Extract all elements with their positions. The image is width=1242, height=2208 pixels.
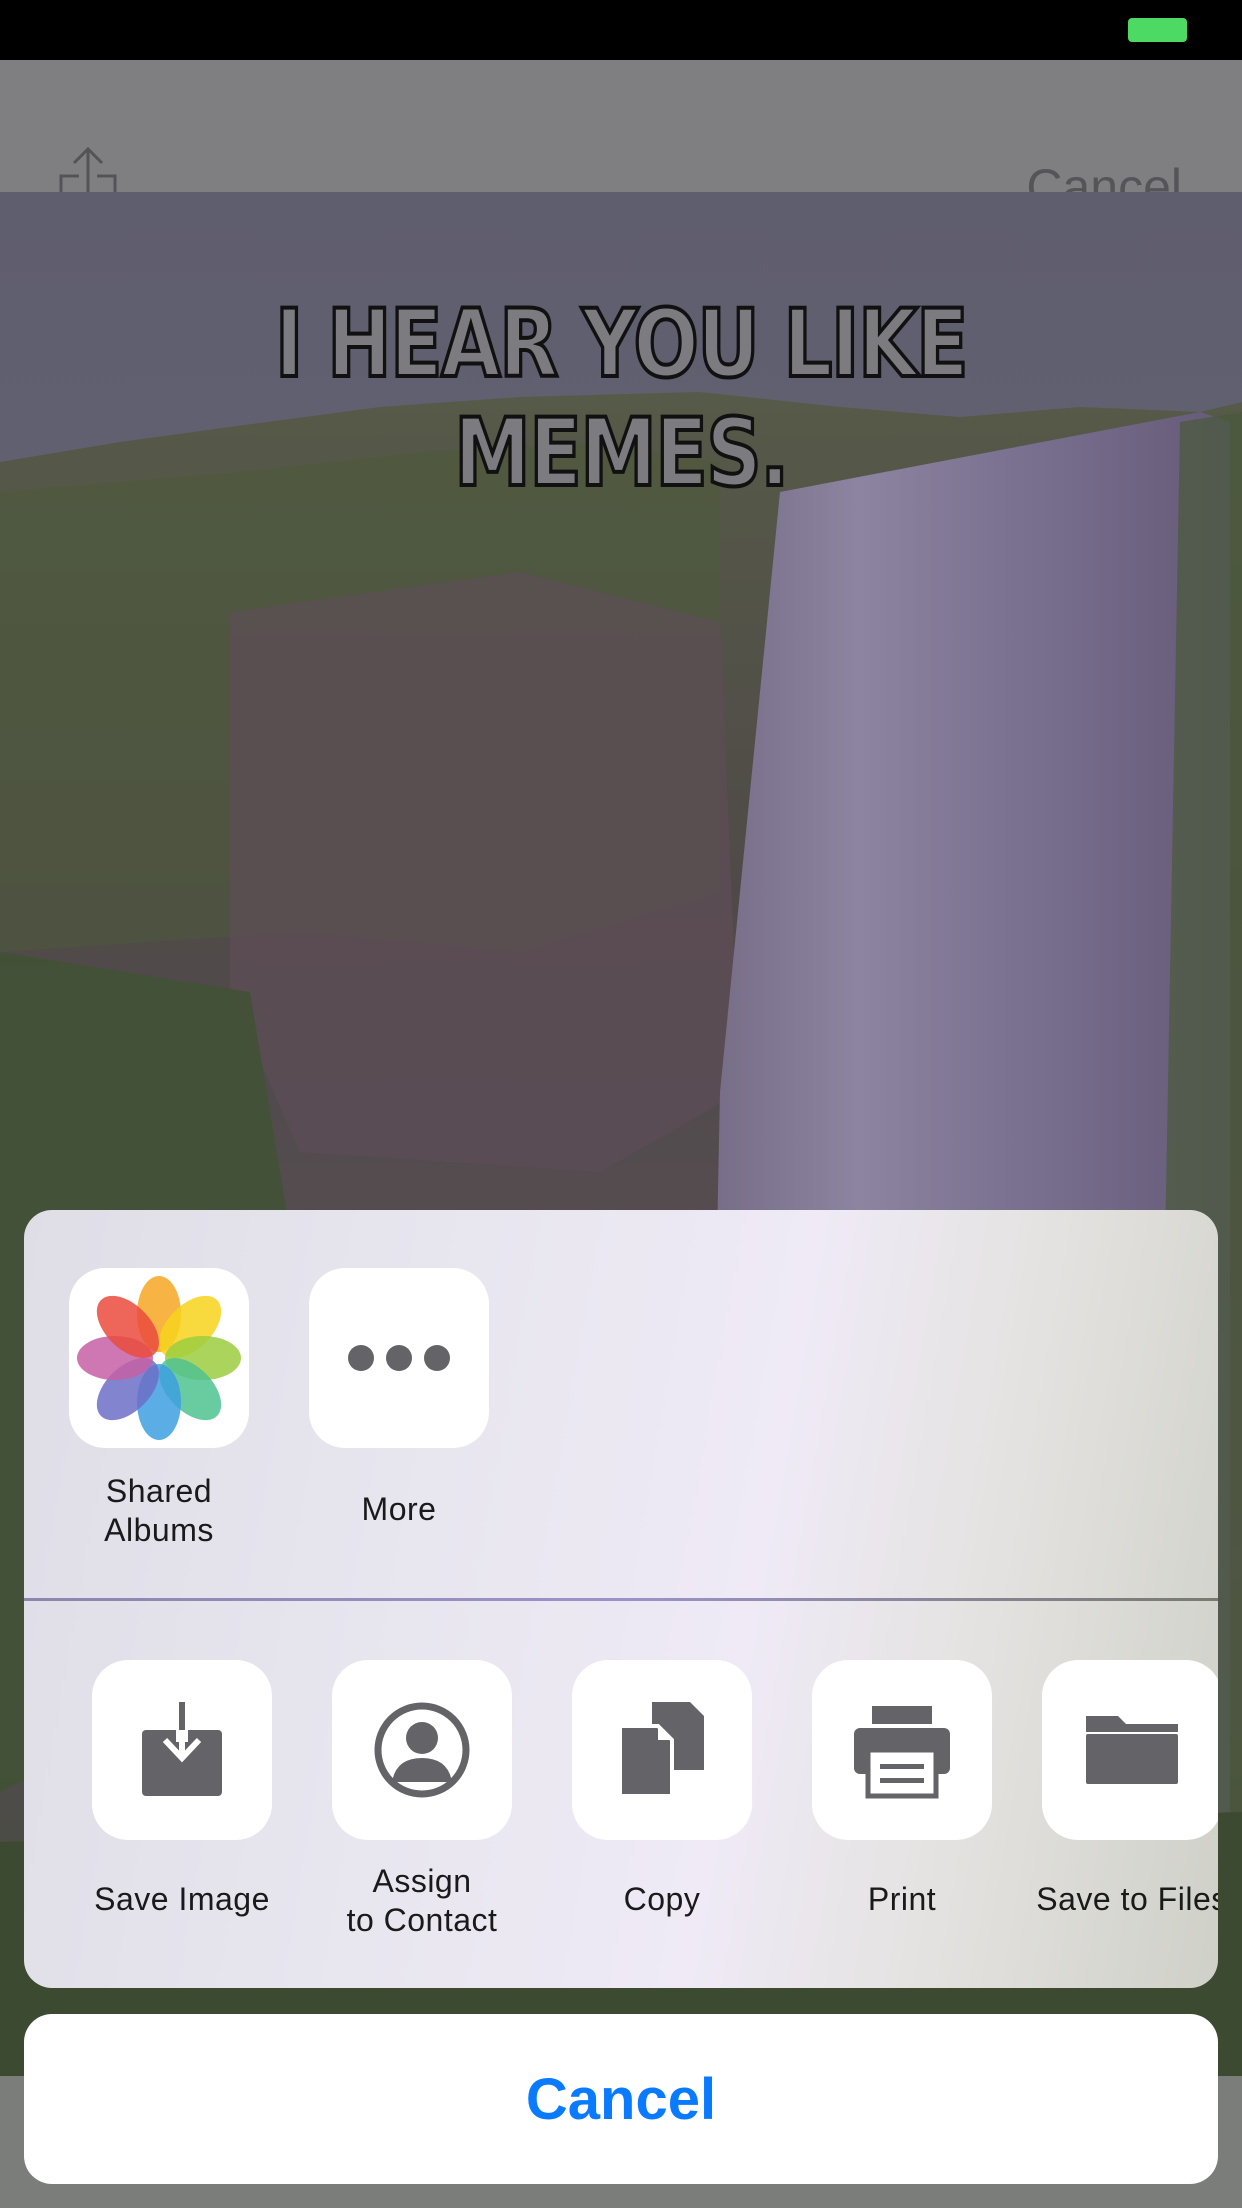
nav-bar: Cancel <box>0 60 1242 228</box>
app-label: Shared Albums <box>104 1473 214 1548</box>
battery-icon <box>1128 18 1187 42</box>
action-label: Assign to Contact <box>346 1863 498 1938</box>
share-sheet-cancel-button[interactable]: Cancel <box>24 2014 1218 2184</box>
folder-icon <box>1086 1716 1178 1784</box>
action-label: Save to Files <box>1036 1881 1218 1917</box>
action-tile-assign-contact[interactable] <box>332 1660 512 1840</box>
print-icon <box>854 1706 950 1799</box>
app-item-shared-albums[interactable]: Shared Albums <box>64 1268 254 1550</box>
meme-top-text: I HEAR YOU LIKE MEMES. <box>273 288 970 510</box>
app-tile-more[interactable] <box>309 1268 489 1448</box>
contact-icon <box>374 1702 470 1798</box>
action-print[interactable]: Print <box>787 1660 1017 1919</box>
app-item-more[interactable]: More <box>304 1268 494 1529</box>
action-label: Save Image <box>94 1881 270 1917</box>
action-label: Copy <box>623 1881 701 1917</box>
copy-icon <box>618 1702 704 1798</box>
action-copy[interactable]: Copy <box>547 1660 777 1919</box>
app-tile-shared-albums[interactable] <box>69 1268 249 1448</box>
sheet-divider <box>24 1598 1218 1601</box>
action-tile-print[interactable] <box>812 1660 992 1840</box>
action-tile-copy[interactable] <box>572 1660 752 1840</box>
app-label: More <box>361 1491 437 1527</box>
action-save-to-files[interactable]: Save to Files <box>1017 1660 1218 1919</box>
action-save-image[interactable]: Save Image <box>67 1660 297 1919</box>
action-tile-save-to-files[interactable] <box>1042 1660 1218 1840</box>
action-label: Print <box>867 1881 937 1917</box>
save-image-icon <box>142 1702 222 1796</box>
share-sheet: Shared Albums More Save Image Assign to … <box>24 1210 1218 1988</box>
more-icon <box>348 1345 450 1371</box>
photos-icon <box>77 1276 241 1440</box>
status-bar <box>0 0 1242 60</box>
action-assign-contact[interactable]: Assign to Contact <box>307 1660 537 1940</box>
action-tile-save-image[interactable] <box>92 1660 272 1840</box>
